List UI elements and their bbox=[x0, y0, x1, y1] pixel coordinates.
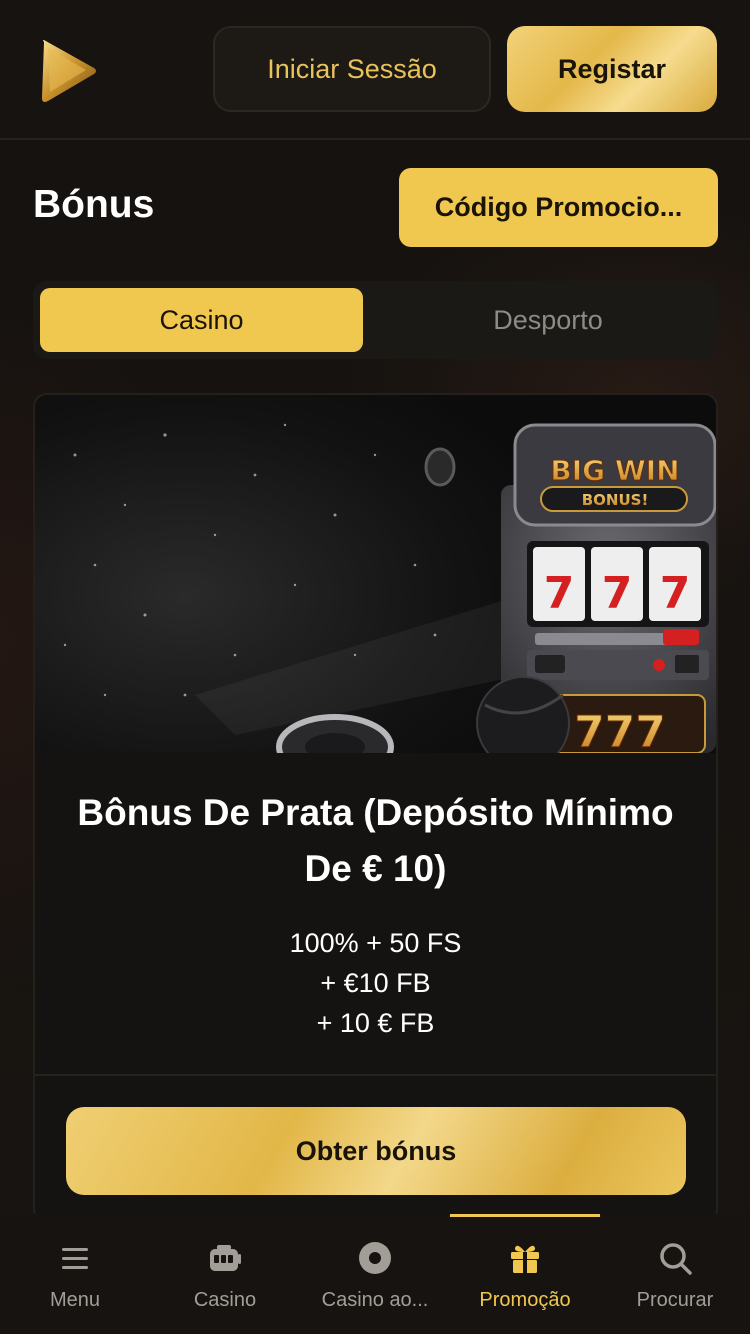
slot-machine-illustration: BIG WIN BONUS! 7 7 7 777 bbox=[63, 423, 716, 753]
bonus-title: Bônus De Prata (Depósito Mínimo De € 10) bbox=[77, 792, 674, 889]
bonus-banner-image: BIG WIN BONUS! 7 7 7 777 bbox=[35, 395, 716, 753]
slot-machine-icon bbox=[210, 1245, 241, 1271]
bonus-detail-line: 100% + 50 FS bbox=[289, 928, 462, 958]
gift-icon bbox=[511, 1245, 539, 1273]
bonus-card: BIG WIN BONUS! 7 7 7 777 Bônus De Prata … bbox=[33, 393, 718, 1223]
nav-label: Casino ao... bbox=[321, 1289, 429, 1311]
reel-3: 7 bbox=[660, 568, 691, 619]
live-casino-icon bbox=[359, 1242, 391, 1274]
bottom-navigation: Menu Casino Casino ao... Promoção Procur… bbox=[0, 1214, 750, 1334]
banner-bottom-number: 777 bbox=[574, 707, 666, 753]
play-logo-icon[interactable] bbox=[38, 38, 98, 104]
top-header: Iniciar Sessão Registar bbox=[0, 0, 750, 140]
nav-label: Promoção bbox=[479, 1289, 571, 1311]
nav-menu[interactable]: Menu bbox=[0, 1214, 150, 1334]
bonus-tabs: Casino Desporto bbox=[33, 281, 718, 359]
nav-label: Casino bbox=[193, 1289, 257, 1311]
get-bonus-button[interactable]: Obter bónus bbox=[66, 1107, 686, 1195]
banner-title: BIG WIN bbox=[550, 454, 679, 487]
promo-code-button[interactable]: Código Promocio... bbox=[399, 168, 718, 247]
page-title: Bónus bbox=[33, 183, 155, 226]
bonus-detail-line: + €10 FB bbox=[320, 968, 431, 998]
tab-sport[interactable]: Desporto bbox=[383, 288, 713, 352]
nav-search[interactable]: Procurar bbox=[600, 1214, 750, 1334]
card-divider bbox=[35, 1074, 716, 1076]
menu-icon bbox=[62, 1248, 88, 1269]
reel-2: 7 bbox=[602, 568, 633, 619]
nav-live-casino[interactable]: Casino ao... bbox=[300, 1214, 450, 1334]
nav-casino[interactable]: Casino bbox=[150, 1214, 300, 1334]
bonus-details: 100% + 50 FS + €10 FB + 10 € FB bbox=[75, 923, 676, 1043]
register-button[interactable]: Registar bbox=[507, 26, 717, 112]
reel-1: 7 bbox=[544, 568, 575, 619]
nav-label: Menu bbox=[49, 1289, 101, 1311]
login-button[interactable]: Iniciar Sessão bbox=[213, 26, 491, 112]
tab-casino[interactable]: Casino bbox=[40, 288, 363, 352]
banner-subtitle: BONUS! bbox=[582, 491, 649, 509]
search-icon bbox=[660, 1243, 692, 1275]
nav-promotion[interactable]: Promoção bbox=[450, 1214, 600, 1334]
nav-label: Procurar bbox=[636, 1289, 714, 1311]
bonus-detail-line: + 10 € FB bbox=[316, 1008, 435, 1038]
